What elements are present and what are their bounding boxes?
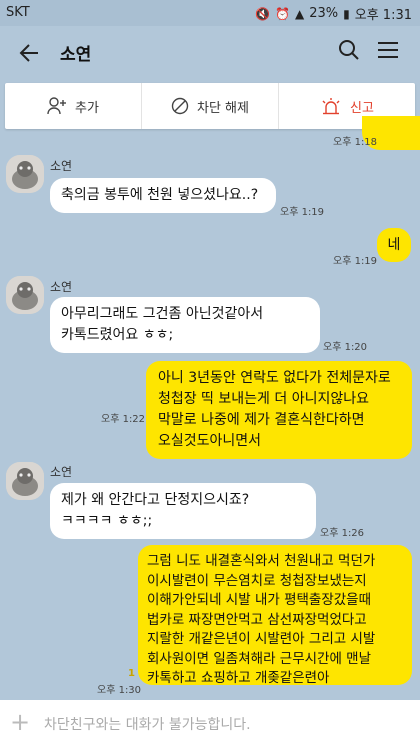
- status-bar: SKT 🔇 ⏰ ▲ 23% ▮ 오후 1:31: [0, 0, 420, 26]
- message-time: 오후 1:26: [320, 528, 365, 539]
- chat-title: 소연: [60, 45, 92, 65]
- menu-button[interactable]: [376, 38, 404, 66]
- avatar[interactable]: [6, 155, 44, 193]
- incoming-message-bubble[interactable]: 아무리그래도 그건좀 아닌것같아서 카톡드렸어요 ㅎㅎ;: [50, 297, 320, 353]
- outgoing-message-bubble[interactable]: 아니 3년동안 연락도 없다가 전체문자로 청첩장 띡 보내는게 더 아니지않나…: [146, 361, 412, 459]
- unblock-label: 차단 해제: [197, 100, 249, 116]
- hamburger-icon: [378, 42, 398, 58]
- plus-icon[interactable]: +: [10, 710, 30, 734]
- add-person-icon: [47, 97, 67, 115]
- report-label: 신고: [350, 100, 374, 116]
- alarm-icon: ⏰: [275, 6, 290, 21]
- status-indicators: 🔇 ⏰ ▲ 23% ▮ 오후 1:31: [255, 4, 412, 23]
- siren-icon: [322, 98, 340, 115]
- message-time: 오후 1:19: [280, 207, 325, 218]
- message-time: 오후 1:19: [333, 256, 378, 267]
- profile-photo-icon: [6, 276, 44, 314]
- arrow-left-icon: [19, 44, 38, 62]
- avatar[interactable]: [6, 462, 44, 500]
- block-icon: [171, 97, 189, 115]
- outgoing-message-bubble[interactable]: 그럼 니도 내결혼식와서 천원내고 먹던가 이시발련이 무슨염치로 청첩장보냈는…: [138, 545, 412, 685]
- disabled-input-placeholder: 차단친구와는 대화가 불가능합니다.: [44, 717, 251, 733]
- sender-name: 소연: [50, 465, 73, 479]
- message-time: 오후 1:18: [333, 137, 378, 148]
- clock: 오후 1:31: [354, 8, 412, 23]
- mute-icon: 🔇: [255, 6, 271, 21]
- battery-icon: ▮: [343, 6, 350, 21]
- incoming-message-bubble[interactable]: 축의금 봉투에 천원 넣으셨나요..?: [50, 178, 276, 213]
- battery-level: 23%: [309, 6, 339, 21]
- search-icon: [339, 40, 359, 60]
- avatar[interactable]: [6, 276, 44, 314]
- carrier-label: SKT: [6, 5, 30, 20]
- profile-photo-icon: [6, 155, 44, 193]
- blocked-friend-actions: 추가 차단 해제 신고: [5, 83, 415, 129]
- message-input-bar: + 차단친구와는 대화가 불가능합니다.: [0, 700, 420, 746]
- sender-name: 소연: [50, 280, 73, 294]
- add-friend-button[interactable]: 추가: [5, 83, 142, 129]
- sender-name: 소연: [50, 159, 73, 173]
- profile-photo-icon: [6, 462, 44, 500]
- message-time: 오후 1:22: [101, 414, 146, 425]
- add-label: 추가: [75, 100, 99, 116]
- back-button[interactable]: [14, 38, 44, 68]
- unread-count: 1: [128, 668, 135, 679]
- unblock-button[interactable]: 차단 해제: [142, 83, 279, 129]
- signal-icon: ▲: [295, 6, 305, 21]
- outgoing-message-bubble[interactable]: 네: [377, 228, 411, 262]
- message-time: 오후 1:20: [323, 342, 368, 353]
- search-button[interactable]: [337, 38, 365, 66]
- incoming-message-bubble[interactable]: 제가 왜 안간다고 단정지으시죠? ㅋㅋㅋㅋ ㅎㅎ;;: [50, 483, 316, 539]
- chat-header: 소연: [0, 26, 420, 80]
- message-time: 오후 1:30: [97, 685, 142, 696]
